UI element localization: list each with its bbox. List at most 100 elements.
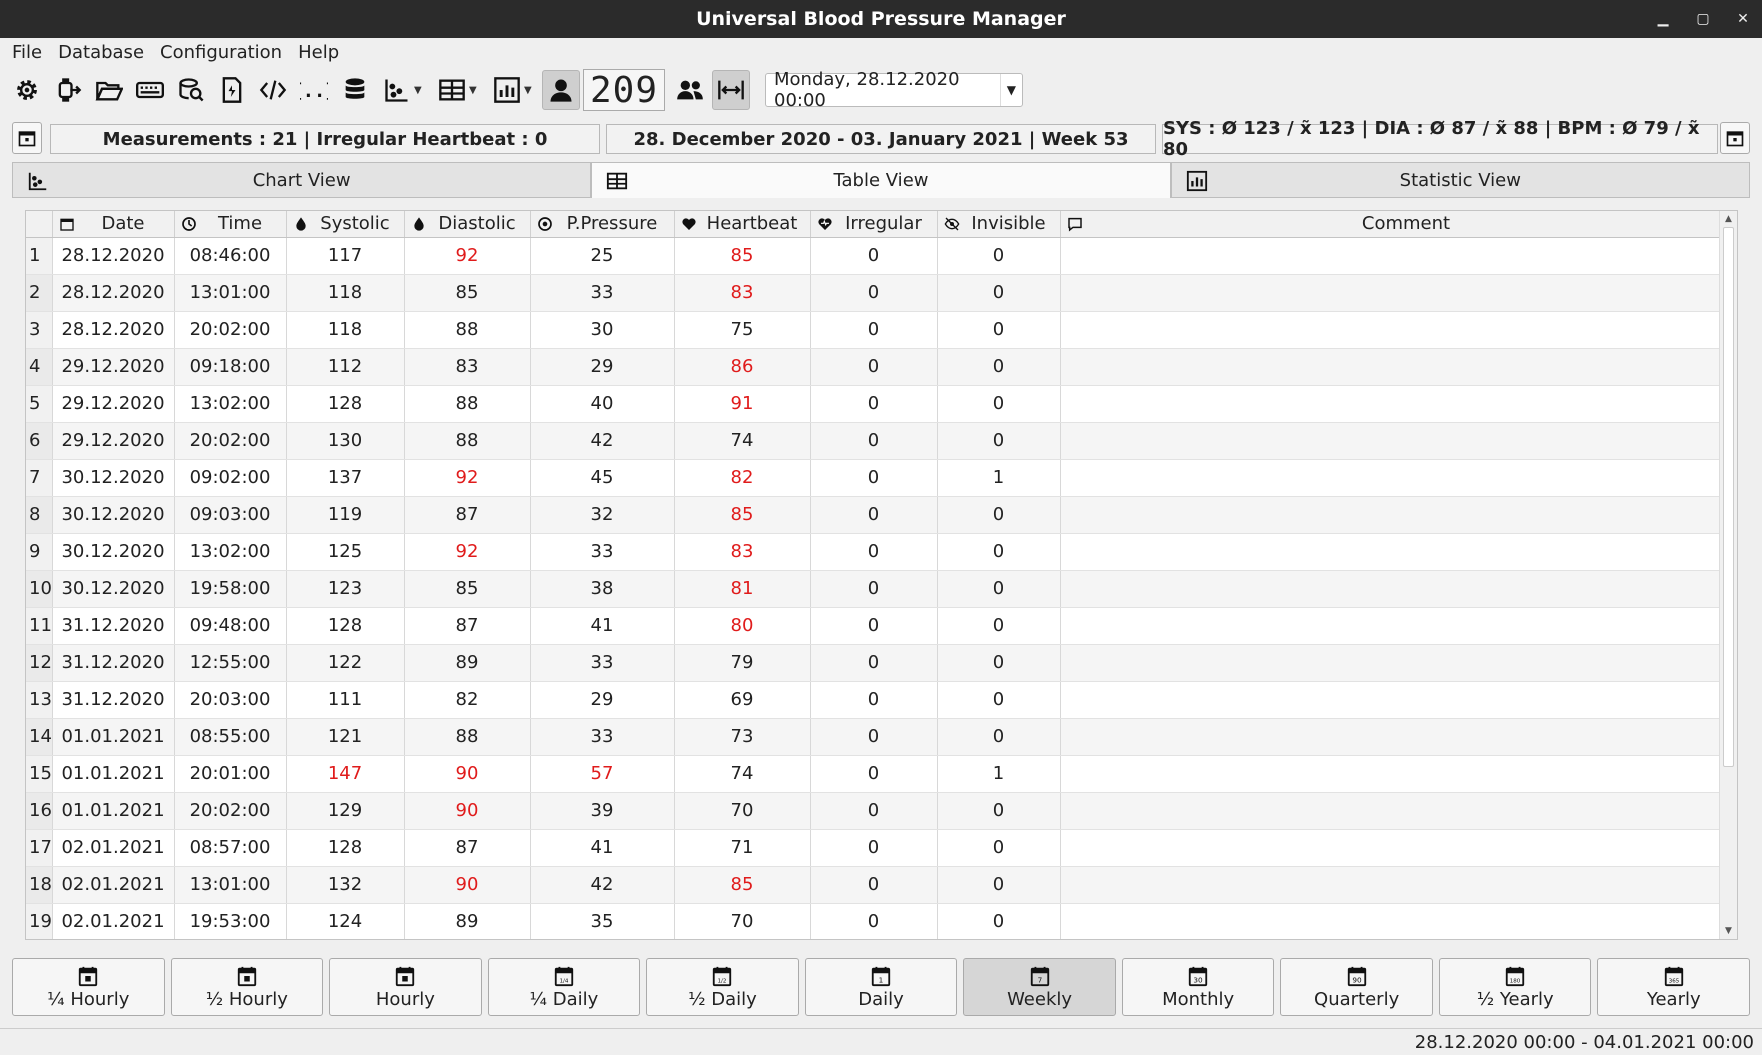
cell-diastolic[interactable]: 82 xyxy=(404,681,531,719)
menu-file[interactable]: File xyxy=(12,42,42,63)
cell-time[interactable]: 20:01:00 xyxy=(174,755,287,793)
cell-time[interactable]: 20:03:00 xyxy=(174,681,287,719)
cell-invisible[interactable]: 0 xyxy=(937,792,1061,830)
cell-systolic[interactable]: 111 xyxy=(286,681,405,719)
cell-invisible[interactable]: 0 xyxy=(937,607,1061,645)
period-button[interactable]: ¼ Hourly xyxy=(12,958,165,1016)
cell-comment[interactable] xyxy=(1060,644,1737,682)
cell-date[interactable]: 31.12.2020 xyxy=(52,681,175,719)
cell-heartbeat[interactable]: 69 xyxy=(674,681,811,719)
cell-comment[interactable] xyxy=(1060,681,1737,719)
period-button[interactable]: ½ Hourly xyxy=(170,958,324,1016)
cell-irregular[interactable]: 0 xyxy=(810,496,938,534)
row-number[interactable]: 3 xyxy=(26,311,53,349)
cell-comment[interactable] xyxy=(1060,570,1737,608)
cell-systolic[interactable]: 128 xyxy=(286,829,405,867)
table-type-dropdown[interactable]: ▼ xyxy=(432,70,484,110)
cell-heartbeat[interactable]: 74 xyxy=(674,755,811,793)
cell-systolic[interactable]: 121 xyxy=(286,718,405,756)
cell-diastolic[interactable]: 88 xyxy=(404,385,531,423)
cell-date[interactable]: 02.01.2021 xyxy=(52,903,175,939)
cell-diastolic[interactable]: 89 xyxy=(404,644,531,682)
column-header-irregular[interactable]: Irregular xyxy=(810,211,938,238)
row-number[interactable]: 11 xyxy=(26,607,53,645)
cell-pulse-pressure[interactable]: 38 xyxy=(530,570,675,608)
cell-diastolic[interactable]: 83 xyxy=(404,348,531,386)
table-row[interactable]: 3 28.12.2020 20:02:00 118 88 30 75 0 0 xyxy=(26,311,1737,349)
cell-systolic[interactable]: 147 xyxy=(286,755,405,793)
row-number[interactable]: 12 xyxy=(26,644,53,682)
cell-systolic[interactable]: 122 xyxy=(286,644,405,682)
cell-time[interactable]: 20:02:00 xyxy=(174,792,287,830)
tab-chart-view[interactable]: Chart View xyxy=(12,162,592,198)
row-number[interactable]: 10 xyxy=(26,570,53,608)
period-button[interactable]: 180 ½ Yearly xyxy=(1438,958,1592,1016)
table-row[interactable]: 16 01.01.2021 20:02:00 129 90 39 70 0 0 xyxy=(26,792,1737,830)
cell-time[interactable]: 20:02:00 xyxy=(174,422,287,460)
table-row[interactable]: 9 30.12.2020 13:02:00 125 92 33 83 0 0 xyxy=(26,533,1737,571)
cell-diastolic[interactable]: 88 xyxy=(404,422,531,460)
cell-pulse-pressure[interactable]: 33 xyxy=(530,718,675,756)
cell-irregular[interactable]: 0 xyxy=(810,903,938,939)
period-button[interactable]: 1/4 ¼ Daily xyxy=(487,958,641,1016)
cell-date[interactable]: 30.12.2020 xyxy=(52,459,175,497)
export-button[interactable] xyxy=(213,70,251,110)
statistic-type-dropdown[interactable]: ▼ xyxy=(487,70,539,110)
cell-pulse-pressure[interactable]: 39 xyxy=(530,792,675,830)
cell-pulse-pressure[interactable]: 35 xyxy=(530,903,675,939)
column-header-time[interactable]: Time xyxy=(174,211,287,238)
cell-date[interactable]: 31.12.2020 xyxy=(52,644,175,682)
cell-invisible[interactable]: 0 xyxy=(937,866,1061,904)
menu-database[interactable]: Database xyxy=(58,42,144,63)
cell-heartbeat[interactable]: 75 xyxy=(674,311,811,349)
cell-invisible[interactable]: 1 xyxy=(937,459,1061,497)
cell-systolic[interactable]: 123 xyxy=(286,570,405,608)
cell-pulse-pressure[interactable]: 25 xyxy=(530,237,675,275)
cell-systolic[interactable]: 118 xyxy=(286,274,405,312)
cell-date[interactable]: 28.12.2020 xyxy=(52,311,175,349)
manual-input-button[interactable] xyxy=(131,70,169,110)
cell-irregular[interactable]: 0 xyxy=(810,570,938,608)
cell-irregular[interactable]: 0 xyxy=(810,274,938,312)
cell-irregular[interactable]: 0 xyxy=(810,792,938,830)
table-row[interactable]: 15 01.01.2021 20:01:00 147 90 57 74 0 1 xyxy=(26,755,1737,793)
cell-irregular[interactable]: 0 xyxy=(810,348,938,386)
date-selector[interactable]: Monday, 28.12.2020 00:00 ▼ xyxy=(765,69,1023,111)
cell-time[interactable]: 13:02:00 xyxy=(174,533,287,571)
cell-date[interactable]: 01.01.2021 xyxy=(52,718,175,756)
row-number[interactable]: 4 xyxy=(26,348,53,386)
vertical-scrollbar[interactable]: ▲ ▼ xyxy=(1719,211,1737,939)
cell-irregular[interactable]: 0 xyxy=(810,385,938,423)
table-row[interactable]: 8 30.12.2020 09:03:00 119 87 32 85 0 0 xyxy=(26,496,1737,534)
period-button[interactable]: Hourly xyxy=(329,958,482,1016)
cell-irregular[interactable]: 0 xyxy=(810,718,938,756)
cell-time[interactable]: 12:55:00 xyxy=(174,644,287,682)
cell-time[interactable]: 20:02:00 xyxy=(174,311,287,349)
cell-date[interactable]: 02.01.2021 xyxy=(52,829,175,867)
cell-comment[interactable] xyxy=(1060,829,1737,867)
cell-irregular[interactable]: 0 xyxy=(810,422,938,460)
row-number[interactable]: 18 xyxy=(26,866,53,904)
period-button[interactable]: 30 Monthly xyxy=(1121,958,1275,1016)
cell-pulse-pressure[interactable]: 40 xyxy=(530,385,675,423)
cell-diastolic[interactable]: 90 xyxy=(404,755,531,793)
cell-comment[interactable] xyxy=(1060,755,1737,793)
settings-button[interactable] xyxy=(8,70,46,110)
cell-comment[interactable] xyxy=(1060,274,1737,312)
table-row[interactable]: 18 02.01.2021 13:01:00 132 90 42 85 0 0 xyxy=(26,866,1737,904)
table-row[interactable]: 13 31.12.2020 20:03:00 111 82 29 69 0 0 xyxy=(26,681,1737,719)
row-number[interactable]: 2 xyxy=(26,274,53,312)
cell-diastolic[interactable]: 87 xyxy=(404,829,531,867)
cell-comment[interactable] xyxy=(1060,903,1737,939)
cell-time[interactable]: 13:01:00 xyxy=(174,866,287,904)
tab-table-view[interactable]: Table View xyxy=(591,162,1171,198)
cell-pulse-pressure[interactable]: 57 xyxy=(530,755,675,793)
table-row[interactable]: 4 29.12.2020 09:18:00 112 83 29 86 0 0 xyxy=(26,348,1737,386)
cell-irregular[interactable]: 0 xyxy=(810,866,938,904)
previous-period-button[interactable] xyxy=(12,122,42,154)
maximize-icon[interactable]: ▢ xyxy=(1694,11,1712,27)
table-row[interactable]: 14 01.01.2021 08:55:00 121 88 33 73 0 0 xyxy=(26,718,1737,756)
cell-diastolic[interactable]: 88 xyxy=(404,311,531,349)
table-row[interactable]: 10 30.12.2020 19:58:00 123 85 38 81 0 0 xyxy=(26,570,1737,608)
cell-date[interactable]: 30.12.2020 xyxy=(52,496,175,534)
